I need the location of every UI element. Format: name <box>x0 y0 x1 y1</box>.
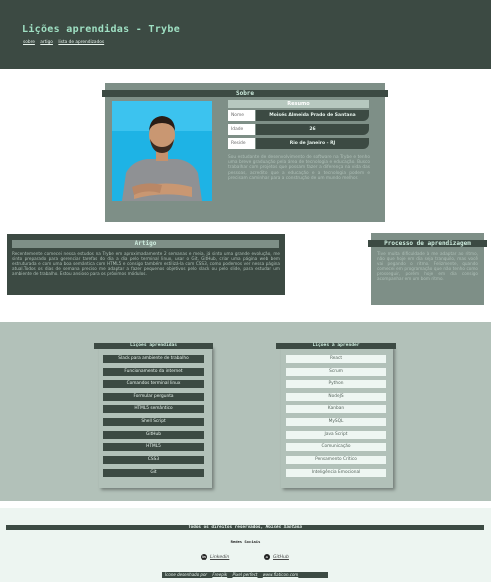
bio-text: Sou estudante de desenvolvimento de soft… <box>228 155 370 181</box>
info-key: Idade <box>228 124 255 135</box>
github-link[interactable]: ⌂ GitHub <box>264 554 289 560</box>
list-item[interactable]: Kanban <box>286 405 386 413</box>
list-item[interactable]: Comunicação <box>286 443 386 451</box>
lessons-section <box>0 322 491 501</box>
list-item[interactable]: Python <box>286 380 386 388</box>
processo-text: Tive muita dificuldade à me adaptar ao r… <box>377 251 478 282</box>
linkedin-icon: in <box>201 554 207 560</box>
linkedin-label: Linkedin <box>210 554 230 560</box>
resume-heading: Resumo <box>228 100 369 108</box>
profile-photo <box>112 101 212 201</box>
site-footer <box>0 508 491 582</box>
credit-link-freepik[interactable]: Freepik <box>212 572 227 577</box>
icon-credits: Ícone desenhado por Freepik Pixel perfec… <box>162 572 328 578</box>
lessons-learned-heading: Lições aprendidas <box>94 343 213 349</box>
list-item[interactable]: HTML5 semântico <box>103 405 204 413</box>
nav-link-sobre[interactable]: sobre <box>23 40 35 45</box>
list-item[interactable]: Scrum <box>286 368 386 376</box>
list-item[interactable]: Comandos terminal linux <box>103 380 204 388</box>
info-value: Rio de Janeiro - RJ <box>256 138 369 149</box>
info-row-age: Idade 26 <box>228 124 369 135</box>
copyright-text: Todos os direitos reservados, <box>188 525 264 530</box>
credit-link-pixel-perfect[interactable]: Pixel perfect <box>232 572 257 577</box>
site-title: Lições aprendidas - Trybe <box>22 24 181 35</box>
info-key: Reside <box>228 138 255 149</box>
about-heading: Sobre <box>235 90 255 97</box>
list-item[interactable]: Slack para ambiente de trabalho <box>103 355 204 363</box>
list-item[interactable]: Java Script <box>286 431 386 439</box>
copyright-author: Moisés Santana <box>265 525 302 530</box>
processo-heading: Processo de aprendizagem <box>368 240 487 247</box>
site-header: Lições aprendidas - Trybe sobre artigo l… <box>0 0 491 69</box>
info-key: Nome <box>228 110 255 121</box>
list-item[interactable]: MySQL <box>286 418 386 426</box>
list-item[interactable]: Inteligência Emocional <box>286 469 386 477</box>
artigo-heading: Artigo <box>12 240 279 248</box>
list-item[interactable]: Pensamento Crítico <box>286 456 386 464</box>
credits-prefix: Ícone desenhado por <box>165 572 208 577</box>
list-item[interactable]: Git <box>103 469 204 477</box>
artigo-text: Recentemente comecei nessa estudos na Tr… <box>12 251 280 277</box>
list-item[interactable]: Formular pergunta <box>103 393 204 401</box>
list-item[interactable]: Shell Script <box>103 418 204 426</box>
copyright-band: Todos os direitos reservados, Moisés San… <box>6 525 484 530</box>
info-value: 26 <box>256 124 369 135</box>
lessons-to-learn-heading: Lições à aprender <box>276 343 396 349</box>
list-item[interactable]: HTML5 <box>103 443 204 451</box>
list-item[interactable]: React <box>286 355 386 363</box>
github-label: GitHub <box>273 554 289 560</box>
info-value: Moisés Almeida Prado de Santana <box>256 110 369 121</box>
nav-bar: sobre artigo lista de aprendizados <box>23 40 108 45</box>
github-icon: ⌂ <box>264 554 270 560</box>
info-row-name: Nome Moisés Almeida Prado de Santana <box>228 110 369 121</box>
list-item[interactable]: GitHub <box>103 431 204 439</box>
nav-link-lista[interactable]: lista de aprendizados <box>58 40 104 45</box>
info-row-city: Reside Rio de Janeiro - RJ <box>228 138 369 149</box>
social-heading: Redes Sociais <box>230 539 261 544</box>
list-item[interactable]: NodeJS <box>286 393 386 401</box>
list-item[interactable]: Funcionamento da internet <box>103 368 204 376</box>
linkedin-link[interactable]: in Linkedin <box>201 554 229 560</box>
list-item[interactable]: CSS3 <box>103 456 204 464</box>
credit-link-flaticon[interactable]: www.flaticon.com <box>263 572 299 577</box>
nav-link-artigo[interactable]: artigo <box>40 40 53 45</box>
